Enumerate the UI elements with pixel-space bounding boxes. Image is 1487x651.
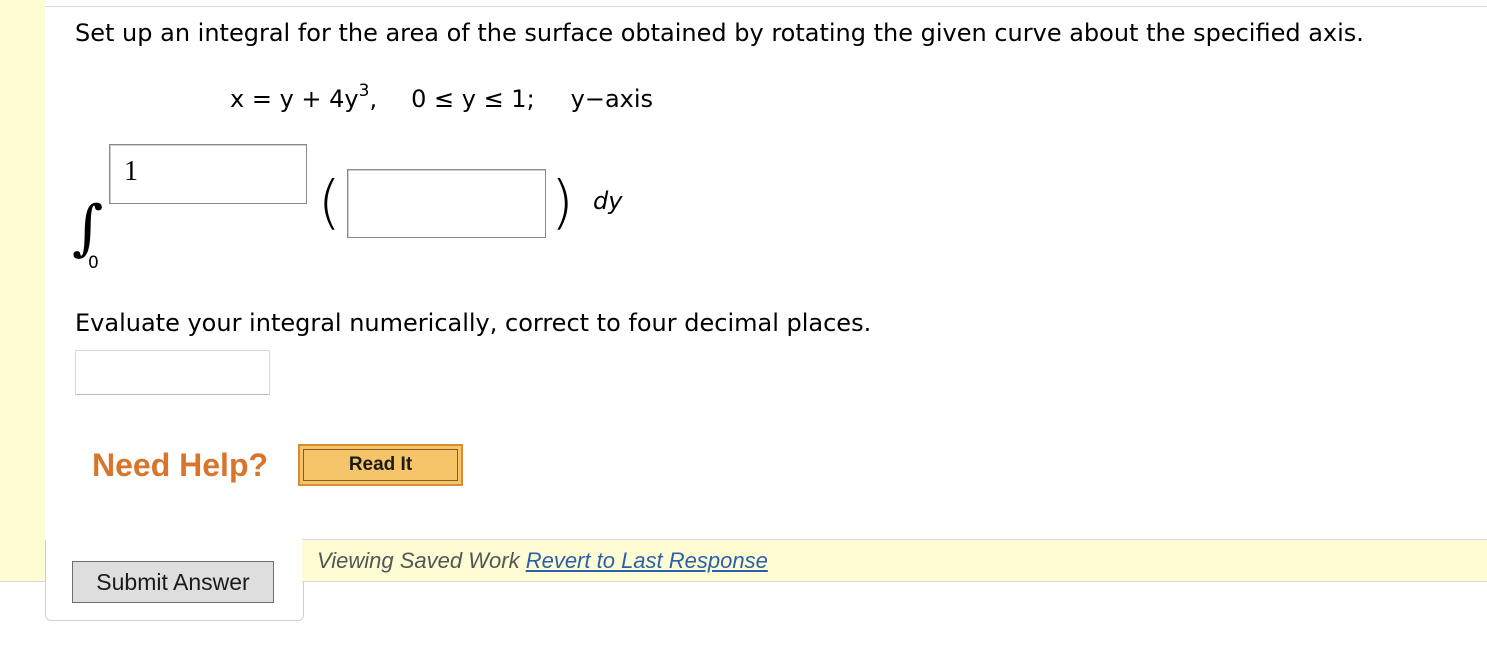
integral-lower-limit: 0 [88,253,99,273]
equation-exponent: 3 [358,81,370,101]
left-margin-band [0,0,45,581]
equation-comma: , [369,85,378,113]
differential-label: dy [593,187,623,215]
submit-answer-button[interactable]: Submit Answer [72,561,274,603]
equation-axis: y−axis [570,85,654,113]
read-it-button[interactable]: Read It [298,444,463,486]
top-divider [45,6,1487,7]
curve-equation: x = y + 4y3, 0 ≤ y ≤ 1; y−axis [230,81,654,114]
equation-lhs: x = y + 4y [230,85,359,113]
upper-limit-input[interactable]: 1 [109,144,307,204]
evaluate-prompt: Evaluate your integral numerically, corr… [75,309,872,337]
need-help-label: Need Help? [92,447,269,483]
upper-limit-value: 1 [124,156,138,187]
close-paren: ) [551,168,574,236]
open-paren: ( [318,168,341,236]
saved-work-text: Viewing Saved Work [317,548,520,573]
read-it-label: Read It [303,449,458,481]
left-bottom-divider [0,581,45,582]
revert-link[interactable]: Revert to Last Response [526,548,768,573]
saved-work-banner: Viewing Saved Work Revert to Last Respon… [302,539,1487,582]
question-prompt: Set up an integral for the area of the s… [75,19,1364,47]
equation-range: 0 ≤ y ≤ 1; [411,85,535,113]
numeric-answer-input[interactable] [75,350,270,395]
integrand-input[interactable] [347,169,546,238]
saved-work-message: Viewing Saved Work Revert to Last Respon… [317,547,768,575]
